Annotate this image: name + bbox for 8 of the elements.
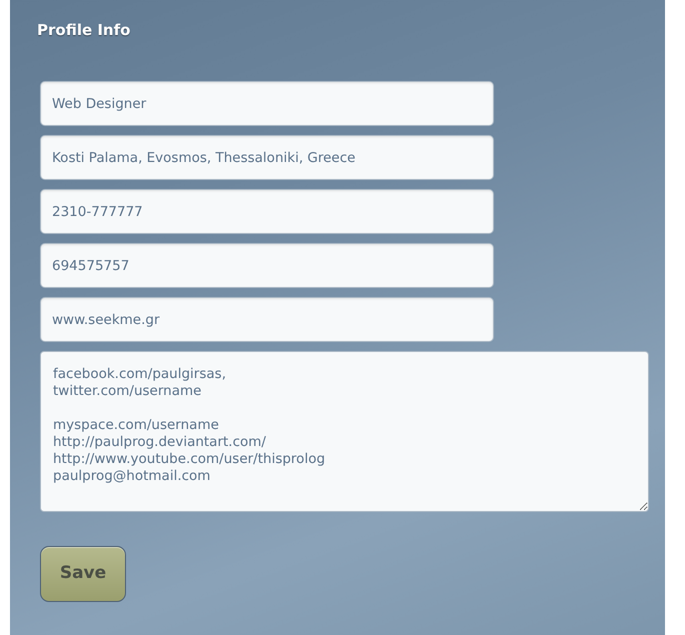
save-button[interactable]: Save	[40, 546, 126, 602]
panel-title: Profile Info	[37, 20, 132, 41]
text-field[interactable]: www.seekme.gr	[40, 297, 494, 342]
text-field[interactable]: Kosti Palama, Evosmos, Thessaloniki, Greece	[40, 135, 494, 180]
text-field[interactable]: 694575757	[40, 243, 494, 288]
links-textarea[interactable]: facebook.com/paulgirsas, twitter.com/username myspace.com/username http://paulprog.deviantart.com/ http://www.youtube.com/user/thisprolog paulprog@hotmail.com	[40, 351, 649, 512]
text-field[interactable]: Web Designer	[40, 81, 494, 126]
text-field[interactable]: 2310-777777	[40, 189, 494, 234]
